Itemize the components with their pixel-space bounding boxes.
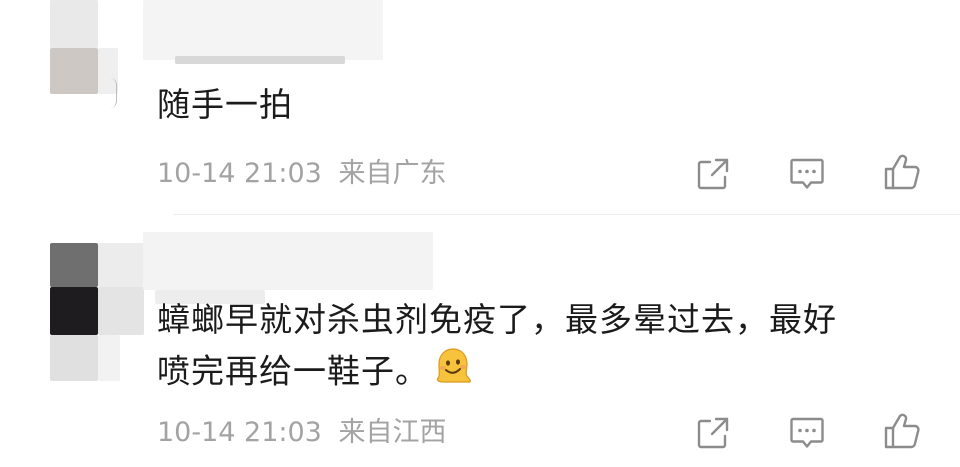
reply-button[interactable] <box>787 154 827 194</box>
comment-text-line-2: 喷完再给一鞋子。 <box>157 346 473 400</box>
comment-text-line-1: 蟑螂早就对杀虫剂免疫了，最多晕过去，最好 <box>157 300 837 339</box>
comment-meta: 10-14 21:03 来自江西 <box>157 417 446 449</box>
comment-text-line-2-body: 喷完再给一鞋子。 <box>157 351 429 391</box>
comment-time: 10-14 21:03 <box>157 417 322 448</box>
share-button[interactable] <box>693 154 733 194</box>
like-button[interactable] <box>882 152 922 192</box>
like-button[interactable] <box>882 411 922 451</box>
melting-face-emoji <box>433 346 473 400</box>
comment-location: 来自广东 <box>338 158 447 189</box>
comment-divider <box>173 214 960 215</box>
comment-meta: 10-14 21:03 来自广东 <box>157 158 446 190</box>
comment-location: 来自江西 <box>338 417 447 448</box>
reply-button[interactable] <box>787 413 827 453</box>
share-icon <box>697 158 729 190</box>
share-icon <box>697 417 729 449</box>
comment-time: 10-14 21:03 <box>157 158 322 189</box>
thumbs-up-icon <box>884 154 920 190</box>
avatar-edge-mark <box>110 78 117 108</box>
comment-icon <box>790 158 824 189</box>
thumbs-up-icon <box>884 413 920 449</box>
comment-list: 随手一拍 10-14 21:03 来自广东 蟑螂早就对杀虫剂免疫了，最多晕过去，… <box>0 0 960 467</box>
share-button[interactable] <box>693 413 733 453</box>
comment-text: 随手一拍 <box>157 85 293 124</box>
comment-icon <box>790 417 824 448</box>
